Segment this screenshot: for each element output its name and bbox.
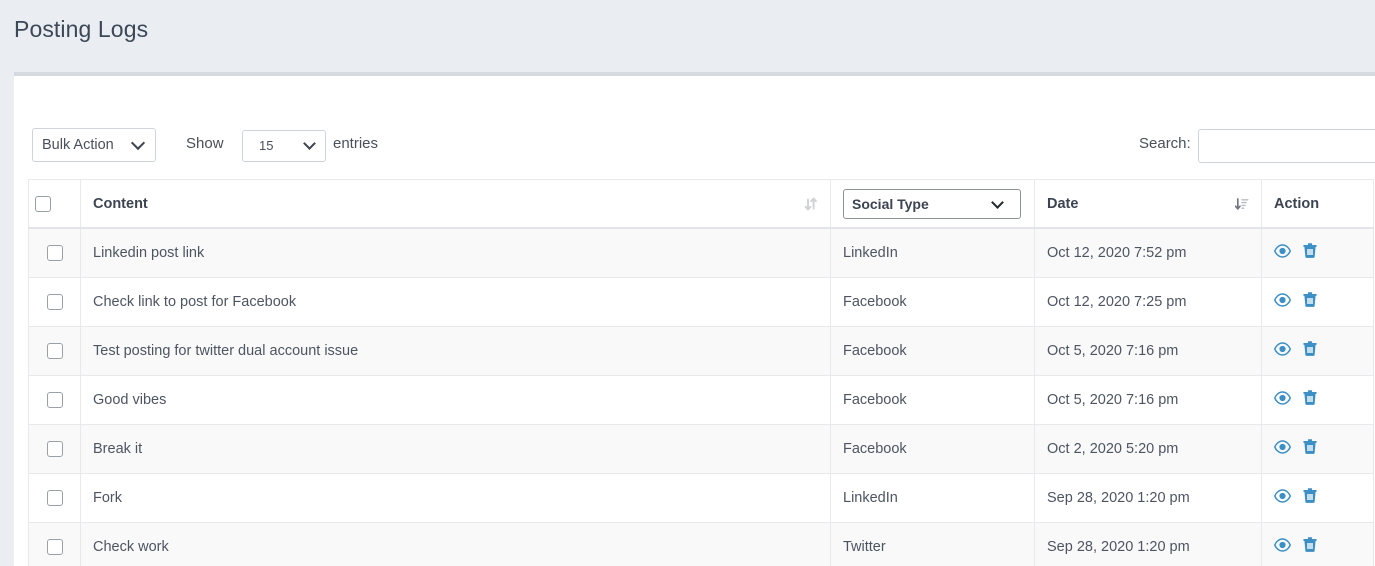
row-select-cell bbox=[29, 277, 81, 326]
select-all-checkbox[interactable] bbox=[35, 196, 51, 212]
date-column-header[interactable]: Date bbox=[1035, 180, 1262, 229]
social-type-cell: Twitter bbox=[831, 522, 1035, 566]
posting-logs-page: Posting Logs Bulk Action Show 15 entries… bbox=[0, 0, 1375, 566]
content-card: Bulk Action Show 15 entries Search: bbox=[14, 72, 1375, 566]
row-checkbox[interactable] bbox=[47, 441, 63, 457]
page-title: Posting Logs bbox=[14, 16, 148, 43]
search-input[interactable] bbox=[1198, 129, 1375, 163]
action-cell bbox=[1262, 326, 1374, 375]
entries-length-select[interactable]: 15 bbox=[242, 130, 326, 162]
content-cell: Fork bbox=[81, 473, 831, 522]
table-toolbar: Bulk Action Show 15 entries Search: bbox=[14, 76, 1375, 142]
row-checkbox[interactable] bbox=[47, 343, 63, 359]
sort-both-icon bbox=[804, 196, 818, 212]
date-column-label: Date bbox=[1047, 196, 1235, 212]
row-checkbox[interactable] bbox=[47, 490, 63, 506]
social-type-cell: Facebook bbox=[831, 277, 1035, 326]
date-cell: Oct 12, 2020 7:25 pm bbox=[1035, 277, 1262, 326]
row-checkbox[interactable] bbox=[47, 245, 63, 261]
trash-icon[interactable] bbox=[1303, 243, 1317, 263]
table-row: Check workTwitterSep 28, 2020 1:20 pm bbox=[29, 522, 1374, 566]
row-select-cell bbox=[29, 522, 81, 566]
table-row: ForkLinkedInSep 28, 2020 1:20 pm bbox=[29, 473, 1374, 522]
action-cell bbox=[1262, 473, 1374, 522]
show-label: Show bbox=[186, 135, 224, 152]
eye-icon[interactable] bbox=[1274, 342, 1291, 360]
content-cell: Linkedin post link bbox=[81, 228, 831, 277]
date-cell: Sep 28, 2020 1:20 pm bbox=[1035, 473, 1262, 522]
row-select-cell bbox=[29, 424, 81, 473]
search-label: Search: bbox=[1139, 135, 1191, 152]
content-column-header[interactable]: Content bbox=[81, 180, 831, 229]
table-row: Test posting for twitter dual account is… bbox=[29, 326, 1374, 375]
row-select-cell bbox=[29, 473, 81, 522]
social-type-cell: LinkedIn bbox=[831, 228, 1035, 277]
row-select-cell bbox=[29, 228, 81, 277]
eye-icon[interactable] bbox=[1274, 538, 1291, 556]
action-cell bbox=[1262, 522, 1374, 566]
social-type-filter-select[interactable]: Social Type bbox=[843, 189, 1021, 219]
trash-icon[interactable] bbox=[1303, 537, 1317, 557]
sort-descending-icon bbox=[1235, 196, 1249, 212]
row-select-cell bbox=[29, 326, 81, 375]
bulk-action-select[interactable]: Bulk Action bbox=[32, 128, 156, 162]
table-row: Break itFacebookOct 2, 2020 5:20 pm bbox=[29, 424, 1374, 473]
eye-icon[interactable] bbox=[1274, 489, 1291, 507]
eye-icon[interactable] bbox=[1274, 293, 1291, 311]
content-cell: Test posting for twitter dual account is… bbox=[81, 326, 831, 375]
content-cell: Check link to post for Facebook bbox=[81, 277, 831, 326]
social-type-cell: Facebook bbox=[831, 326, 1035, 375]
select-all-header bbox=[29, 180, 81, 229]
social-type-cell: Facebook bbox=[831, 424, 1035, 473]
eye-icon[interactable] bbox=[1274, 391, 1291, 409]
action-cell bbox=[1262, 424, 1374, 473]
table-body: Linkedin post linkLinkedInOct 12, 2020 7… bbox=[29, 228, 1374, 566]
row-select-cell bbox=[29, 375, 81, 424]
posting-logs-table: Content Social Type bbox=[28, 179, 1374, 566]
content-cell: Good vibes bbox=[81, 375, 831, 424]
social-type-cell: LinkedIn bbox=[831, 473, 1035, 522]
table-row: Linkedin post linkLinkedInOct 12, 2020 7… bbox=[29, 228, 1374, 277]
entries-label: entries bbox=[333, 135, 378, 152]
table-row: Check link to post for FacebookFacebookO… bbox=[29, 277, 1374, 326]
table-header: Content Social Type bbox=[29, 180, 1374, 229]
action-column-label: Action bbox=[1274, 196, 1361, 212]
social-type-cell: Facebook bbox=[831, 375, 1035, 424]
action-column-header: Action bbox=[1262, 180, 1374, 229]
table-header-row: Content Social Type bbox=[29, 180, 1374, 229]
trash-icon[interactable] bbox=[1303, 341, 1317, 361]
action-cell bbox=[1262, 277, 1374, 326]
date-cell: Oct 12, 2020 7:52 pm bbox=[1035, 228, 1262, 277]
row-checkbox[interactable] bbox=[47, 392, 63, 408]
trash-icon[interactable] bbox=[1303, 292, 1317, 312]
date-cell: Oct 2, 2020 5:20 pm bbox=[1035, 424, 1262, 473]
table-row: Good vibesFacebookOct 5, 2020 7:16 pm bbox=[29, 375, 1374, 424]
date-cell: Sep 28, 2020 1:20 pm bbox=[1035, 522, 1262, 566]
action-cell bbox=[1262, 375, 1374, 424]
content-column-label: Content bbox=[93, 196, 804, 212]
row-checkbox[interactable] bbox=[47, 294, 63, 310]
eye-icon[interactable] bbox=[1274, 440, 1291, 458]
trash-icon[interactable] bbox=[1303, 390, 1317, 410]
social-type-column-header: Social Type bbox=[831, 180, 1035, 229]
action-cell bbox=[1262, 228, 1374, 277]
content-cell: Break it bbox=[81, 424, 831, 473]
trash-icon[interactable] bbox=[1303, 488, 1317, 508]
trash-icon[interactable] bbox=[1303, 439, 1317, 459]
row-checkbox[interactable] bbox=[47, 539, 63, 555]
content-cell: Check work bbox=[81, 522, 831, 566]
eye-icon[interactable] bbox=[1274, 244, 1291, 262]
date-cell: Oct 5, 2020 7:16 pm bbox=[1035, 375, 1262, 424]
date-cell: Oct 5, 2020 7:16 pm bbox=[1035, 326, 1262, 375]
